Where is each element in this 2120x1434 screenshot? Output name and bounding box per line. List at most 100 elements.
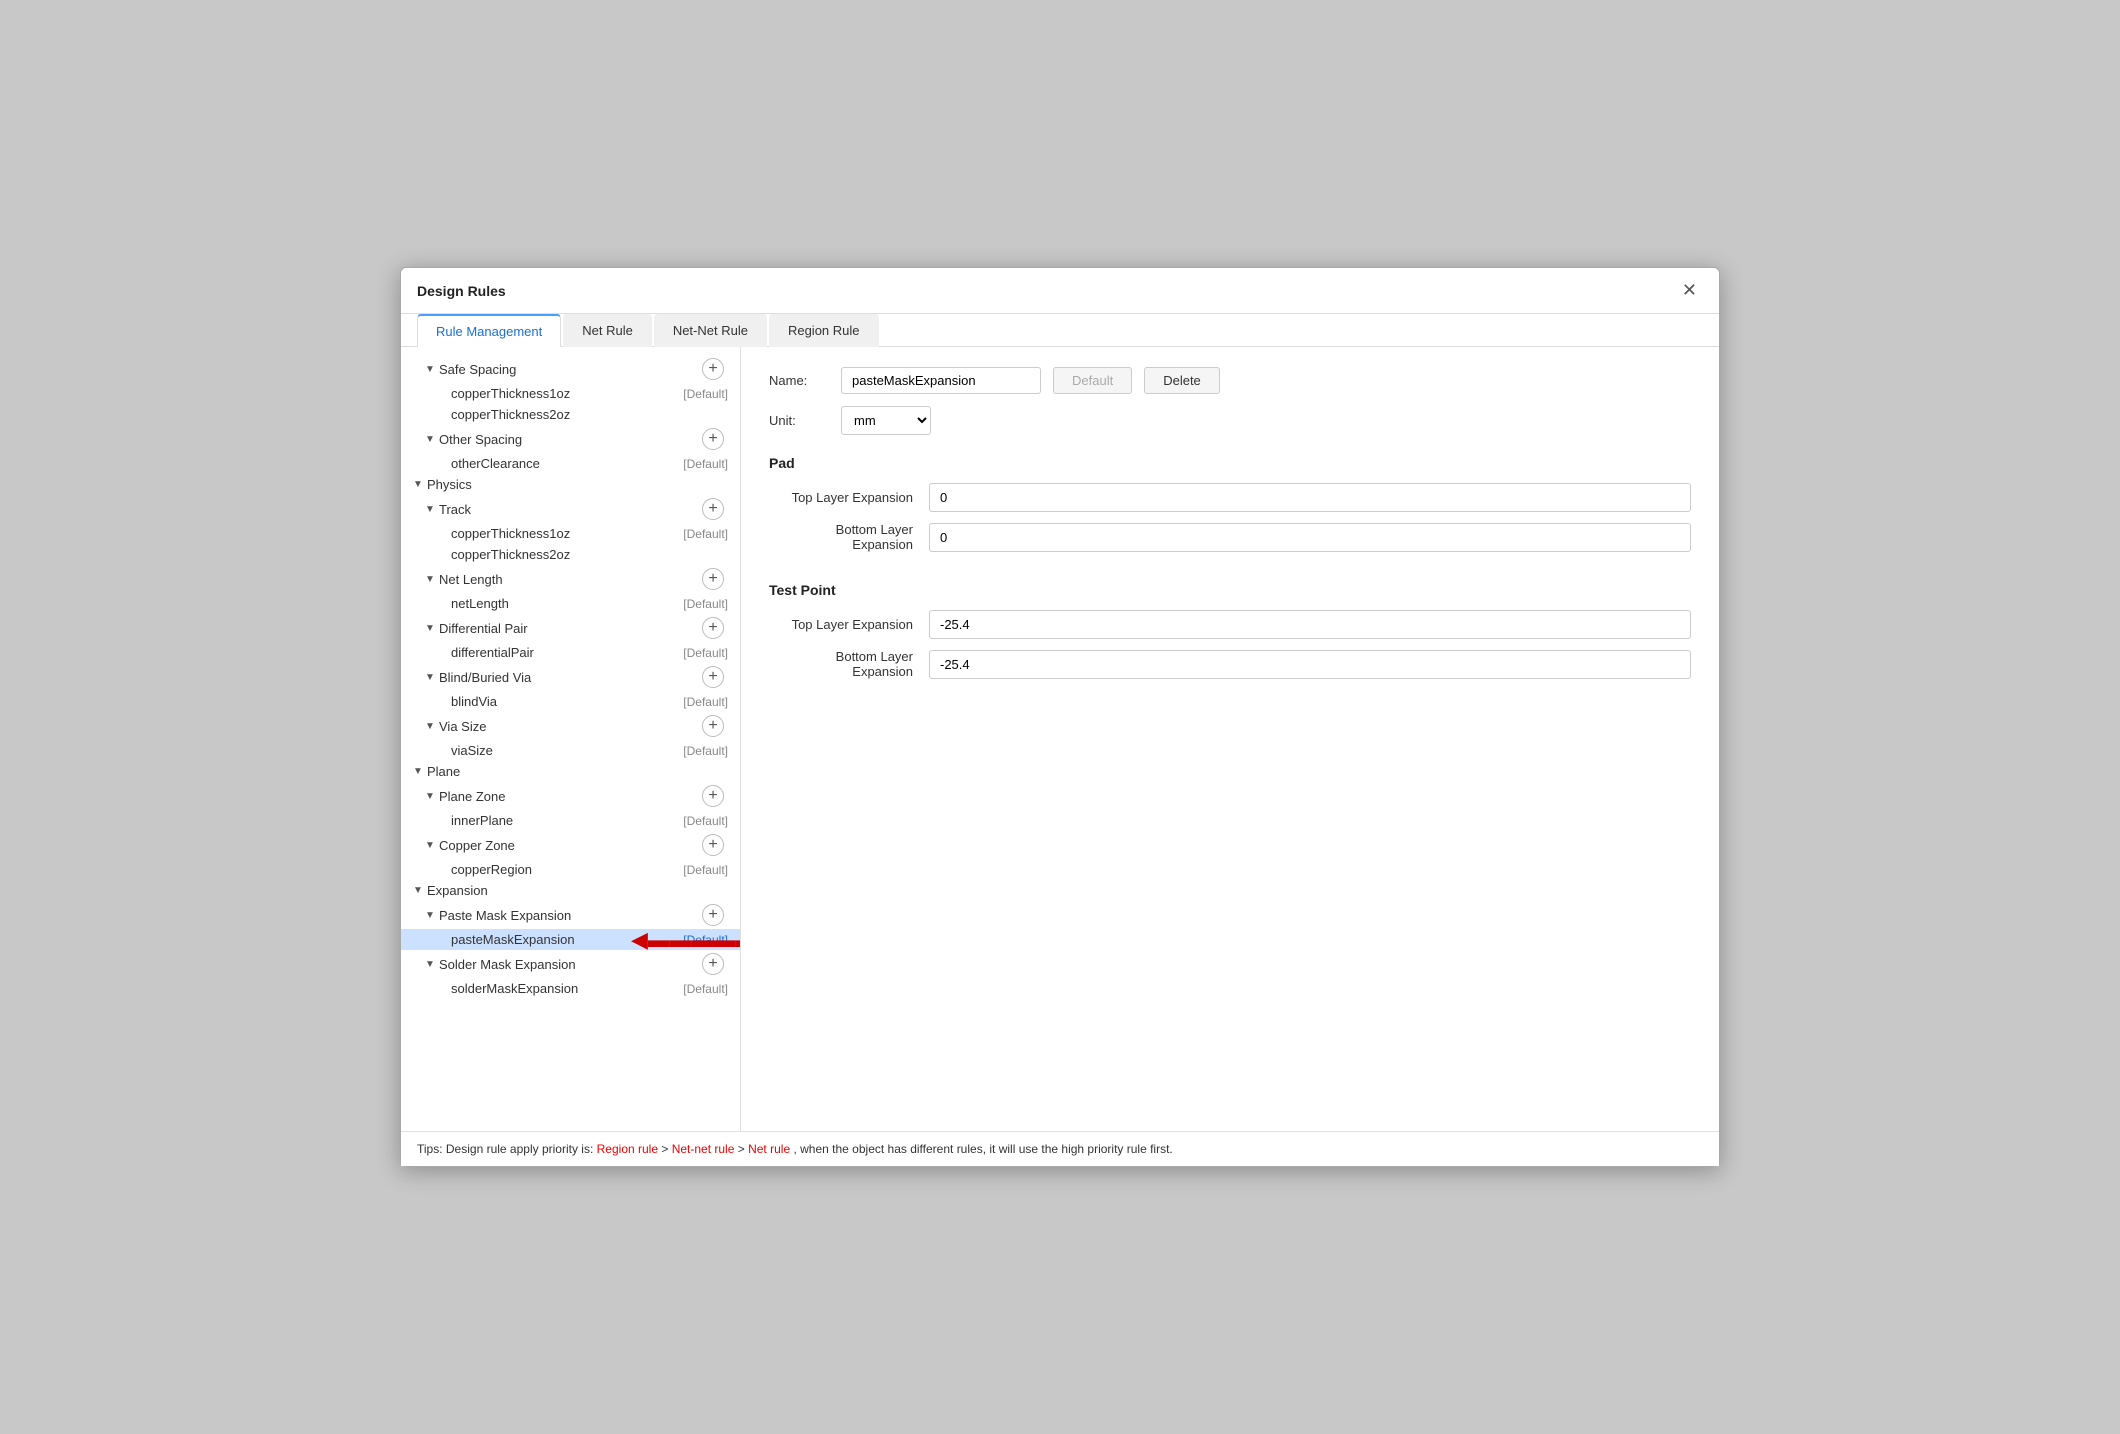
tab-region-rule[interactable]: Region Rule: [769, 314, 879, 347]
arrow-icon: ▼: [413, 885, 427, 896]
sidebar-item-solder-mask-expansion[interactable]: ▼ Solder Mask Expansion +: [401, 950, 740, 978]
sidebar-item-label: differentialPair: [451, 645, 683, 660]
arrow-icon: ▼: [425, 840, 439, 851]
dialog-body: ▼ Safe Spacing + copperThickness1oz [Def…: [401, 347, 1719, 1131]
delete-button[interactable]: Delete: [1144, 367, 1220, 394]
name-row: Name: Default Delete: [769, 367, 1691, 394]
sidebar-item-other-clearance[interactable]: otherClearance [Default]: [401, 453, 740, 474]
unit-select[interactable]: mm mil inch: [841, 406, 931, 435]
sidebar-item-other-spacing[interactable]: ▼ Other Spacing +: [401, 425, 740, 453]
sidebar-item-expansion[interactable]: ▼ Expansion: [401, 880, 740, 901]
test-point-top-layer-label: Top Layer Expansion: [769, 617, 929, 632]
default-tag: [Default]: [683, 695, 728, 709]
sidebar-item-label: Plane: [427, 764, 732, 779]
default-button[interactable]: Default: [1053, 367, 1132, 394]
sidebar-item-label: Differential Pair: [439, 621, 702, 636]
sidebar-item-blind-buried-via[interactable]: ▼ Blind/Buried Via +: [401, 663, 740, 691]
test-point-bottom-layer-input[interactable]: [929, 650, 1691, 679]
arrow-icon: ▼: [425, 434, 439, 445]
sidebar-item-via-size[interactable]: ▼ Via Size +: [401, 712, 740, 740]
sidebar-item-label: copperThickness1oz: [451, 386, 683, 401]
sidebar-item-paste-mask-expansion[interactable]: ▼ Paste Mask Expansion +: [401, 901, 740, 929]
pad-top-layer-input[interactable]: [929, 483, 1691, 512]
sidebar-item-track[interactable]: ▼ Track +: [401, 495, 740, 523]
name-input[interactable]: [841, 367, 1041, 394]
test-point-top-layer-row: Top Layer Expansion: [769, 610, 1691, 639]
add-track-button[interactable]: +: [702, 498, 724, 520]
tab-net-rule[interactable]: Net Rule: [563, 314, 652, 347]
sidebar-item-label: Blind/Buried Via: [439, 670, 702, 685]
unit-row: Unit: mm mil inch: [769, 406, 1691, 435]
default-tag: [Default]: [683, 527, 728, 541]
tabs-bar: Rule Management Net Rule Net-Net Rule Re…: [401, 314, 1719, 347]
add-via-size-button[interactable]: +: [702, 715, 724, 737]
sidebar-item-via-size-item[interactable]: viaSize [Default]: [401, 740, 740, 761]
tab-rule-management[interactable]: Rule Management: [417, 314, 561, 347]
tips-sep2: >: [738, 1142, 748, 1156]
pad-bottom-layer-input[interactable]: [929, 523, 1691, 552]
sidebar-item-differential-pair-item[interactable]: differentialPair [Default]: [401, 642, 740, 663]
sidebar-item-label: netLength: [451, 596, 683, 611]
sidebar-item-plane-zone[interactable]: ▼ Plane Zone +: [401, 782, 740, 810]
sidebar-item-plane[interactable]: ▼ Plane: [401, 761, 740, 782]
add-safe-spacing-button[interactable]: +: [702, 358, 724, 380]
test-point-top-layer-input[interactable]: [929, 610, 1691, 639]
sidebar-item-label: copperRegion: [451, 862, 683, 877]
sidebar-item-label: Solder Mask Expansion: [439, 957, 702, 972]
default-tag: [Default]: [683, 387, 728, 401]
unit-label: Unit:: [769, 413, 829, 428]
sidebar-item-differential-pair[interactable]: ▼ Differential Pair +: [401, 614, 740, 642]
sidebar-item-inner-plane-item[interactable]: innerPlane [Default]: [401, 810, 740, 831]
sidebar-item-label: Track: [439, 502, 702, 517]
arrow-icon: ▼: [413, 766, 427, 777]
sidebar-item-copper-zone[interactable]: ▼ Copper Zone +: [401, 831, 740, 859]
sidebar-item-label: solderMaskExpansion: [451, 981, 683, 996]
red-arrow-annotation: ◀▬▬▬▬▬: [631, 927, 741, 953]
arrow-icon: ▼: [425, 364, 439, 375]
default-tag: [Default]: [683, 863, 728, 877]
sidebar-item-blind-via-item[interactable]: blindVia [Default]: [401, 691, 740, 712]
name-label: Name:: [769, 373, 829, 388]
pad-top-layer-label: Top Layer Expansion: [769, 490, 929, 505]
arrow-icon: ▼: [425, 959, 439, 970]
sidebar-item-copper-thickness-1oz[interactable]: copperThickness1oz [Default]: [401, 383, 740, 404]
sidebar-item-paste-mask-expansion-item[interactable]: pasteMaskExpansion [Default] ◀▬▬▬▬▬: [401, 929, 740, 950]
add-copper-zone-button[interactable]: +: [702, 834, 724, 856]
tab-net-net-rule[interactable]: Net-Net Rule: [654, 314, 767, 347]
sidebar-item-label: Net Length: [439, 572, 702, 587]
tips-suffix: , when the object has different rules, i…: [793, 1142, 1172, 1156]
sidebar-item-solder-mask-expansion-item[interactable]: solderMaskExpansion [Default]: [401, 978, 740, 999]
sidebar-item-copper-region-item[interactable]: copperRegion [Default]: [401, 859, 740, 880]
sidebar-item-label: Plane Zone: [439, 789, 702, 804]
sidebar-item-label: Copper Zone: [439, 838, 702, 853]
dialog-title: Design Rules: [417, 283, 506, 299]
arrow-icon: ▼: [425, 791, 439, 802]
tips-net-net-rule: Net-net rule: [672, 1142, 735, 1156]
content-area: Name: Default Delete Unit: mm mil inch P…: [741, 347, 1719, 1131]
sidebar-item-label: copperThickness1oz: [451, 526, 683, 541]
close-button[interactable]: ✕: [1676, 278, 1703, 303]
sidebar-item-net-length[interactable]: ▼ Net Length +: [401, 565, 740, 593]
add-paste-mask-button[interactable]: +: [702, 904, 724, 926]
sidebar-item-physics[interactable]: ▼ Physics: [401, 474, 740, 495]
add-solder-mask-button[interactable]: +: [702, 953, 724, 975]
sidebar-item-net-length-item[interactable]: netLength [Default]: [401, 593, 740, 614]
pad-top-layer-row: Top Layer Expansion: [769, 483, 1691, 512]
default-tag: [Default]: [683, 646, 728, 660]
default-tag: [Default]: [683, 814, 728, 828]
sidebar-item-copper-thickness-2oz[interactable]: copperThickness2oz: [401, 404, 740, 425]
default-tag: [Default]: [683, 982, 728, 996]
sidebar-item-track-copper-1oz[interactable]: copperThickness1oz [Default]: [401, 523, 740, 544]
add-blind-buried-via-button[interactable]: +: [702, 666, 724, 688]
arrow-icon: ▼: [425, 672, 439, 683]
sidebar-item-track-copper-2oz[interactable]: copperThickness2oz: [401, 544, 740, 565]
add-net-length-button[interactable]: +: [702, 568, 724, 590]
add-differential-pair-button[interactable]: +: [702, 617, 724, 639]
sidebar-tree: ▼ Safe Spacing + copperThickness1oz [Def…: [401, 347, 741, 1131]
sidebar-item-label: Physics: [427, 477, 732, 492]
sidebar-item-safe-spacing[interactable]: ▼ Safe Spacing +: [401, 355, 740, 383]
sidebar-item-label: copperThickness2oz: [451, 407, 732, 422]
add-other-spacing-button[interactable]: +: [702, 428, 724, 450]
add-plane-zone-button[interactable]: +: [702, 785, 724, 807]
sidebar-item-label: Expansion: [427, 883, 732, 898]
